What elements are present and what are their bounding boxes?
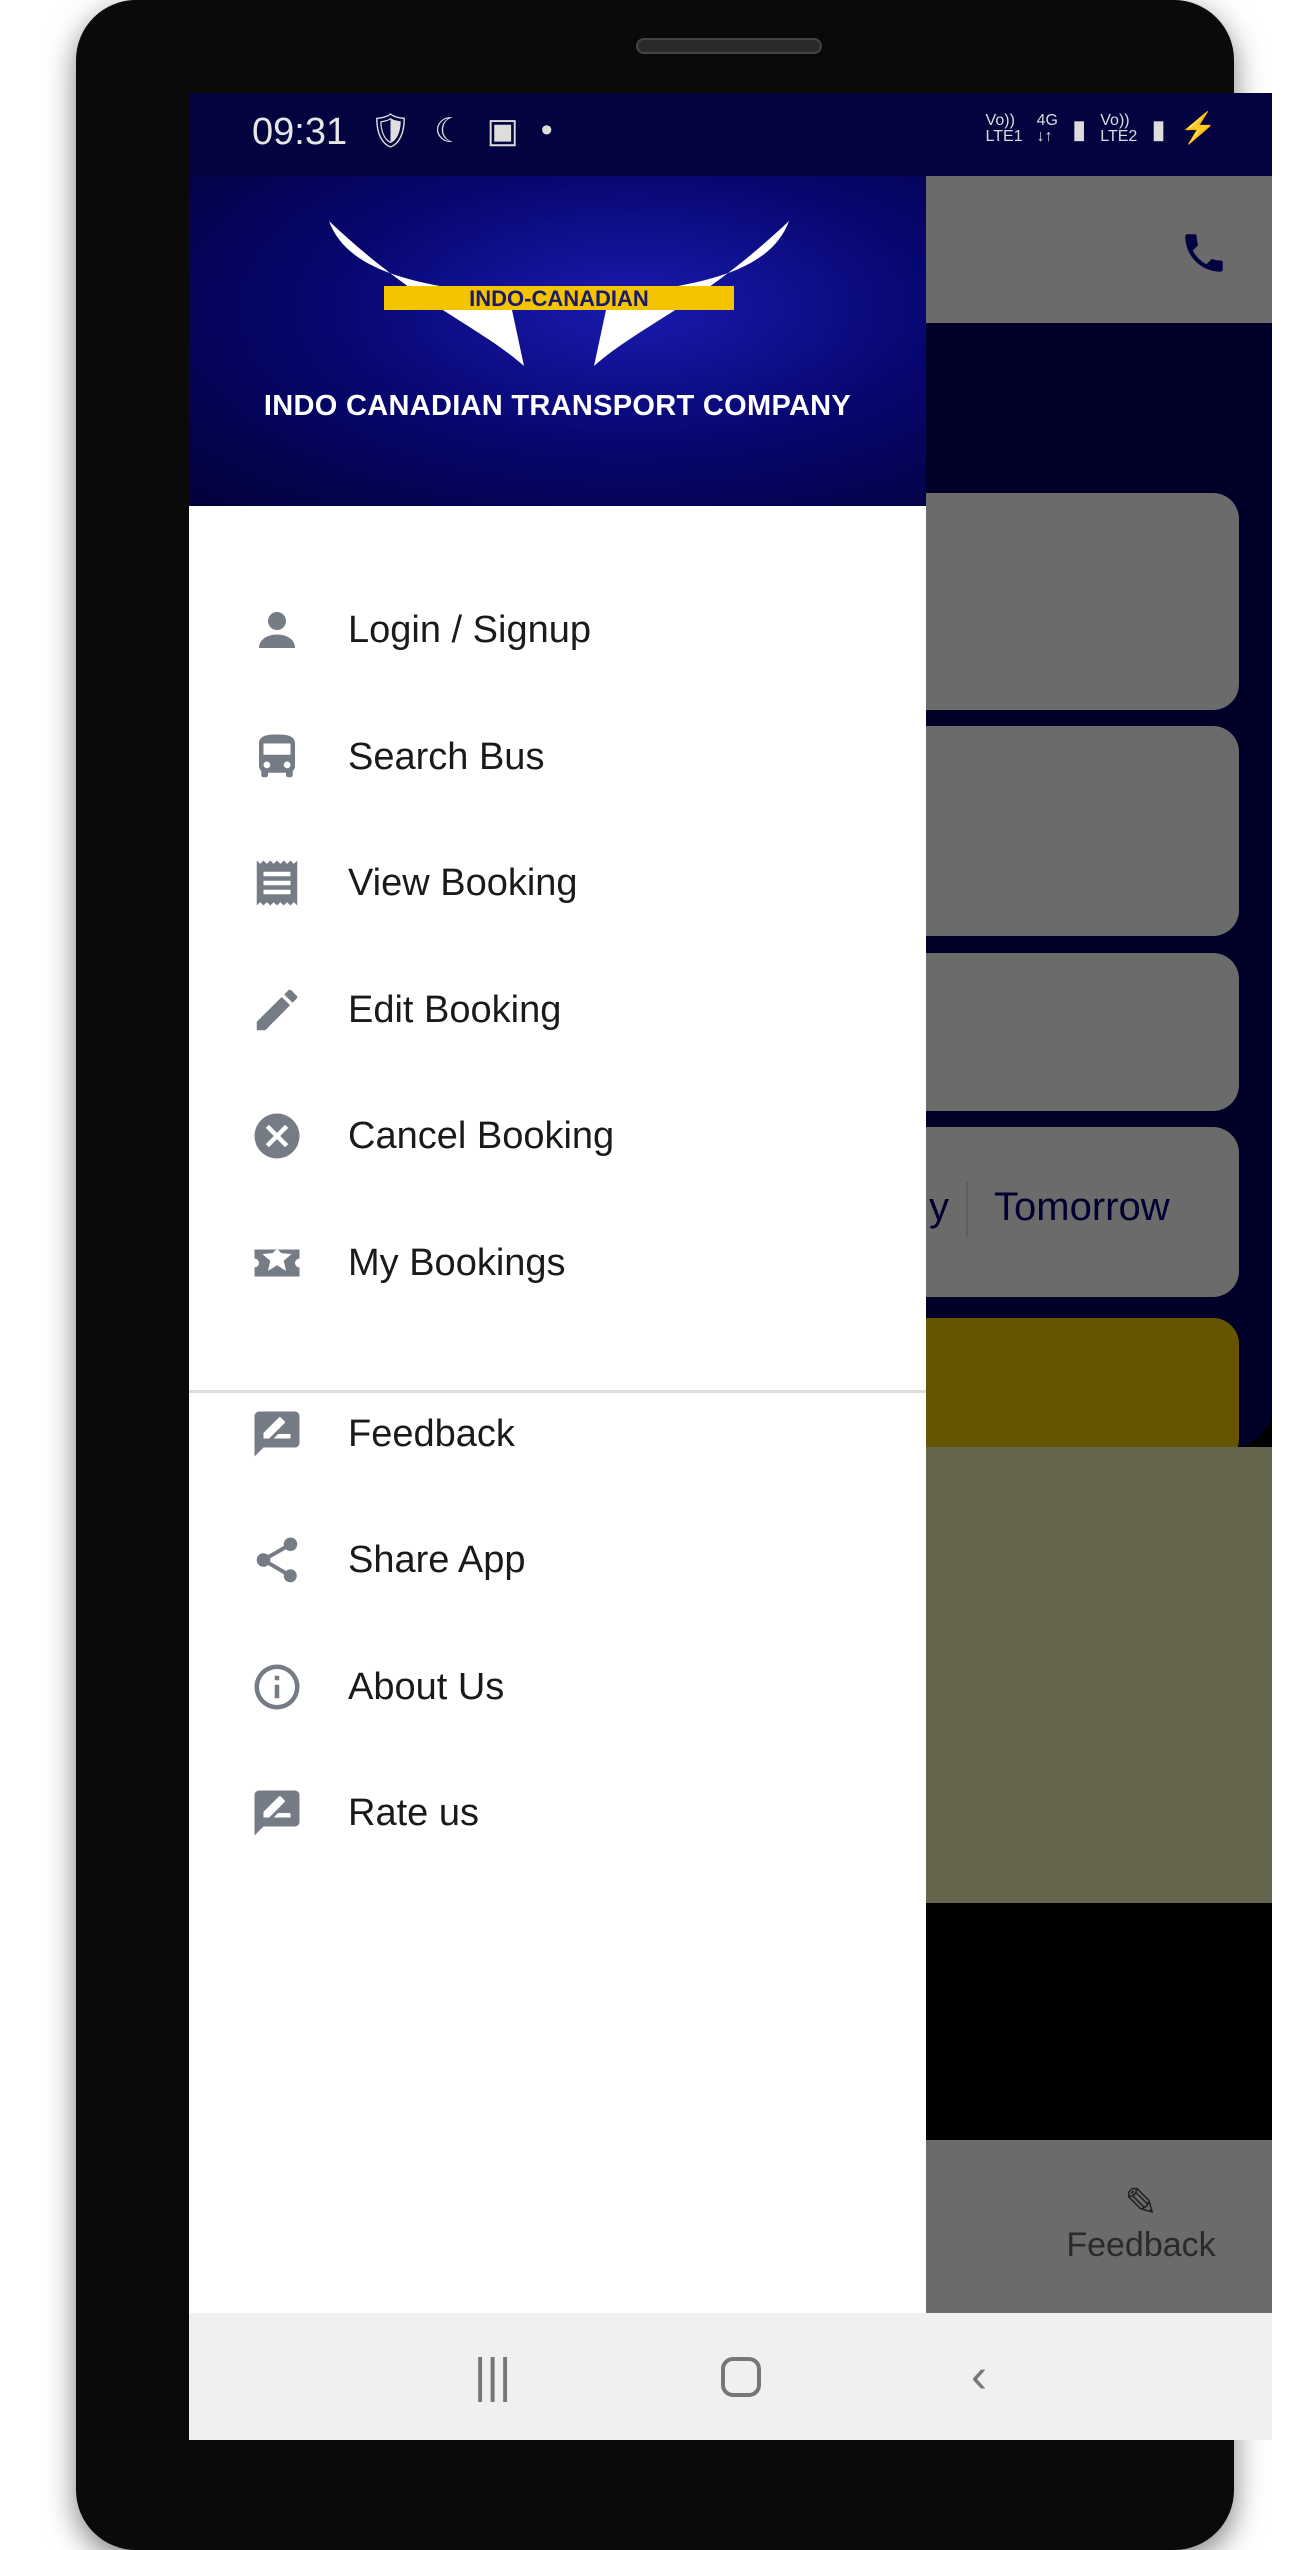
signal-icon: ▮: [1151, 114, 1166, 144]
menu-item-label: About Us: [348, 1665, 505, 1708]
signal-icon: ▮: [1071, 114, 1087, 144]
menu-item-search-bus[interactable]: Search Bus: [189, 702, 926, 812]
menu-item-share-app[interactable]: Share App: [189, 1505, 926, 1615]
menu-item-label: My Bookings: [348, 1241, 566, 1284]
menu-item-view-booking[interactable]: View Booking: [189, 828, 926, 938]
tomorrow-button[interactable]: Tomorrow: [994, 1185, 1170, 1230]
bus-icon: [249, 730, 305, 784]
feedback-label: Feedback: [1066, 2226, 1216, 2264]
separator: [966, 1182, 968, 1237]
ticket-star-icon: [249, 1236, 305, 1290]
dot-icon: •: [540, 111, 553, 149]
share-icon: [249, 1533, 305, 1587]
system-nav-bar: ||| ‹: [189, 2313, 1272, 2440]
bottom-nav-feedback[interactable]: ✎ Feedback: [1051, 2180, 1231, 2265]
signal-indicators: Vo)) LTE1 4G ↓↑ ▮ Vo)) LTE2 ▮ ⚡: [986, 113, 1217, 145]
menu-item-label: Rate us: [348, 1791, 479, 1834]
data-arrows: ↓↑: [1036, 128, 1053, 145]
battery-charging-icon: ⚡: [1179, 112, 1217, 145]
moon-icon: ☾: [434, 112, 465, 150]
menu-item-edit-booking[interactable]: Edit Booking: [189, 955, 926, 1065]
svg-text:INDO-CANADIAN: INDO-CANADIAN: [469, 286, 649, 311]
menu-item-login-signup[interactable]: Login / Signup: [189, 575, 926, 685]
menu-item-my-bookings[interactable]: My Bookings: [189, 1208, 926, 1318]
drawer-header: INDO-CANADIAN INDO CANADIAN TRANSPORT CO…: [189, 176, 926, 506]
screen: 09:31 🛡 ☾ ▣ • Vo)) LTE1 4G ↓↑ ▮ Vo)) LTE2 ▮…: [189, 93, 1272, 2440]
pencil-icon: [249, 983, 305, 1037]
phone-frame: 09:31 🛡 ☾ ▣ • Vo)) LTE1 4G ↓↑ ▮ Vo)) LTE2 ▮…: [76, 0, 1272, 2550]
person-icon: [249, 603, 305, 657]
menu-item-label: Share App: [348, 1538, 526, 1581]
cancel-icon: [249, 1109, 305, 1163]
feedback-icon: [249, 1407, 305, 1461]
menu-item-rate-us[interactable]: Rate us: [189, 1758, 926, 1868]
menu-item-cancel-booking[interactable]: Cancel Booking: [189, 1081, 926, 1191]
sim2-volte: Vo)): [1100, 112, 1130, 129]
menu-item-label: Edit Booking: [348, 988, 562, 1031]
receipt-icon: [249, 856, 305, 910]
menu-item-label: Search Bus: [348, 735, 545, 778]
status-bar: 09:31 🛡 ☾ ▣ • Vo)) LTE1 4G ↓↑ ▮ Vo)) LTE2 ▮…: [189, 93, 1272, 176]
company-name: INDO CANADIAN TRANSPORT COMPANY: [263, 390, 852, 422]
status-time: 09:31: [252, 111, 348, 153]
sim2-label: LTE2: [1100, 128, 1138, 145]
phone-call-icon[interactable]: [1179, 228, 1229, 278]
sim1-label: LTE1: [985, 128, 1023, 145]
menu-item-label: Feedback: [348, 1412, 515, 1455]
indo-canadian-logo: INDO-CANADIAN: [329, 221, 789, 366]
feedback-icon: ✎: [1124, 2181, 1158, 2225]
menu-item-feedback[interactable]: Feedback: [189, 1379, 926, 1489]
menu-item-about-us[interactable]: About Us: [189, 1632, 926, 1742]
shield-icon: 🛡: [369, 112, 413, 150]
speaker-grille: [636, 38, 822, 54]
network-type: 4G: [1036, 112, 1058, 129]
today-button[interactable]: y: [929, 1185, 949, 1230]
navigation-drawer: INDO-CANADIAN INDO CANADIAN TRANSPORT CO…: [189, 176, 926, 2313]
recents-button[interactable]: |||: [474, 2349, 511, 2404]
home-button[interactable]: [721, 2356, 762, 2397]
media-icon: ▣: [486, 112, 519, 150]
menu-divider: [189, 1390, 926, 1393]
back-button[interactable]: ‹: [971, 2349, 987, 2404]
menu-item-label: View Booking: [348, 861, 578, 904]
menu-item-label: Login / Signup: [348, 608, 591, 651]
notification-icons: 🛡 ☾ ▣ •: [369, 111, 553, 151]
sim1-volte: Vo)): [985, 112, 1015, 129]
rate-icon: [249, 1786, 305, 1840]
menu-item-label: Cancel Booking: [348, 1114, 615, 1157]
info-icon: [249, 1660, 305, 1714]
